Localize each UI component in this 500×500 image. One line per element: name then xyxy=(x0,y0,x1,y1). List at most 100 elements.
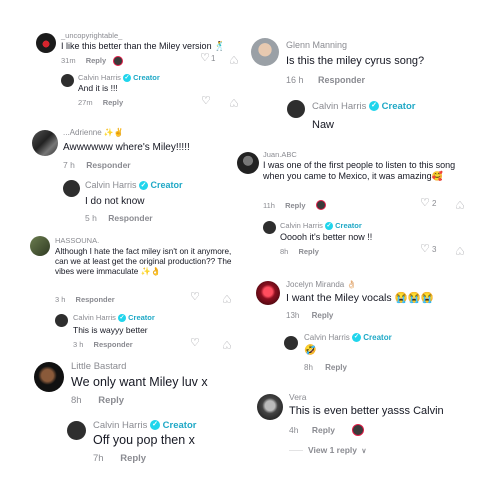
reply-meta: 27m Reply xyxy=(78,98,123,107)
creator-badge: Creator xyxy=(128,313,155,322)
reply-button[interactable]: Reply xyxy=(86,56,106,65)
reply-meta: 8h Reply xyxy=(304,363,347,372)
comment-time: 16 h xyxy=(286,75,304,85)
reply-text: Off you pop then x xyxy=(93,433,195,447)
reply-username[interactable]: Calvin Harris ✓ Creator xyxy=(312,101,415,112)
reply-time: 8h xyxy=(304,363,313,372)
creator-badge: Creator xyxy=(363,333,392,342)
reply-time: 3 h xyxy=(73,340,84,349)
comment-username[interactable]: HASSOUNA. xyxy=(55,236,99,245)
avatar[interactable] xyxy=(257,394,283,420)
avatar[interactable] xyxy=(34,362,64,392)
reply-button[interactable]: Reply xyxy=(325,363,347,372)
reply-username[interactable]: Calvin Harris ✓ Creator xyxy=(304,333,392,343)
comment-text: Is this the miley cyrus song? xyxy=(286,55,425,67)
avatar[interactable] xyxy=(32,130,58,156)
avatar[interactable] xyxy=(237,152,259,174)
comment-username[interactable]: Little Bastard xyxy=(71,361,126,372)
reply-button[interactable]: Responder xyxy=(86,160,130,170)
comment-username[interactable]: Juan.ABC xyxy=(263,150,297,159)
comment-username[interactable]: Jocelyn Miranda 👌🏻 xyxy=(286,280,356,289)
reply-text: Ooooh it's better now !! xyxy=(280,232,373,242)
reply-text: I do not know xyxy=(85,196,145,207)
avatar[interactable] xyxy=(67,421,86,440)
comment-meta: 7 h Responder xyxy=(63,160,131,170)
like-heart-icon[interactable]: ♡ xyxy=(190,338,200,349)
verified-check-icon: ✓ xyxy=(150,420,161,431)
avatar[interactable] xyxy=(256,281,280,305)
reply-button[interactable]: Responder xyxy=(94,340,133,349)
like-count: 2 xyxy=(432,199,437,208)
reply-button[interactable]: Responder xyxy=(318,75,365,85)
avatar[interactable] xyxy=(63,180,80,197)
avatar[interactable] xyxy=(284,336,298,350)
reply-meta: 8h Reply xyxy=(280,247,319,256)
comment-username[interactable]: Vera xyxy=(289,392,307,402)
comment-time: 3 h xyxy=(55,295,66,304)
reply-username[interactable]: Calvin Harris ✓ Creator xyxy=(85,180,183,191)
creator-liked-avatar xyxy=(316,200,326,210)
dislike-icon[interactable]: ♡ xyxy=(222,338,232,350)
verified-check-icon: ✓ xyxy=(325,222,334,231)
like-heart-icon[interactable]: ♡ xyxy=(201,96,211,107)
reply-username[interactable]: Calvin Harris ✓ Creator xyxy=(78,73,160,83)
creator-liked-avatar xyxy=(113,56,123,66)
avatar[interactable] xyxy=(36,33,56,53)
avatar[interactable] xyxy=(251,38,279,66)
dislike-icon[interactable]: ♡ xyxy=(455,244,465,256)
comment-username[interactable]: Glenn Manning xyxy=(286,40,347,50)
reply-button[interactable]: Reply xyxy=(98,395,124,406)
comment-username[interactable]: _uncopyrightable_ xyxy=(61,31,122,40)
dislike-icon[interactable]: ♡ xyxy=(229,53,239,65)
comment-text: I like this better than the Miley versio… xyxy=(61,41,226,51)
comment-username[interactable]: ...Adrienne ✨✌️ xyxy=(63,128,124,137)
dislike-icon[interactable]: ♡ xyxy=(455,198,465,210)
avatar[interactable] xyxy=(61,74,74,87)
like-heart-icon[interactable]: ♡ xyxy=(190,292,200,303)
dislike-icon[interactable]: ♡ xyxy=(229,96,239,108)
avatar[interactable] xyxy=(55,314,68,327)
comment-meta: 13h Reply xyxy=(286,311,333,320)
reply-username[interactable]: Calvin Harris ✓ Creator xyxy=(280,221,362,231)
reply-time: 27m xyxy=(78,98,93,107)
like-heart-icon[interactable]: ♡ xyxy=(420,244,430,255)
comment-meta: 16 h Responder xyxy=(286,75,365,85)
verified-check-icon: ✓ xyxy=(139,181,149,191)
reply-username[interactable]: Calvin Harris ✓ Creator xyxy=(93,420,196,431)
comment-text: Awwwwww where's Miley!!!!! xyxy=(63,142,190,153)
reply-button[interactable]: Reply xyxy=(103,98,123,107)
reply-text: And it is !!! xyxy=(78,83,118,93)
comment-text: Although I hate the fact miley isn't on … xyxy=(55,247,232,276)
reply-button[interactable]: Reply xyxy=(312,425,335,435)
comment-text: I want the Miley vocals 😭😭😭 xyxy=(286,292,434,304)
avatar[interactable] xyxy=(263,221,276,234)
like-count: 3 xyxy=(432,245,437,254)
creator-badge: Creator xyxy=(162,420,197,431)
reply-button[interactable]: Reply xyxy=(120,453,146,464)
like-heart-icon[interactable]: ♡ xyxy=(420,198,430,209)
dislike-icon[interactable]: ♡ xyxy=(222,292,232,304)
comment-meta: 8h Reply xyxy=(71,395,124,406)
verified-check-icon: ✓ xyxy=(369,101,380,112)
reply-username[interactable]: Calvin Harris ✓ Creator xyxy=(73,313,155,323)
creator-badge: Creator xyxy=(381,101,416,112)
reply-button[interactable]: Reply xyxy=(312,311,334,320)
reply-button[interactable]: Reply xyxy=(298,247,318,256)
divider xyxy=(289,450,303,451)
view-replies-button[interactable]: View 1 reply ∨ xyxy=(308,445,366,455)
reply-text: This is wayyy better xyxy=(73,325,148,335)
reply-text: Naw xyxy=(312,119,335,131)
like-heart-icon[interactable]: ♡ xyxy=(200,53,210,64)
avatar[interactable] xyxy=(287,100,305,118)
reply-time: 5 h xyxy=(85,213,97,223)
reply-text: 🤣 xyxy=(304,345,317,356)
comment-time: 13h xyxy=(286,311,300,320)
reply-time: 7h xyxy=(93,453,104,464)
chevron-down-icon: ∨ xyxy=(361,448,367,455)
reply-button[interactable]: Responder xyxy=(108,213,152,223)
comment-text: I was one of the first people to listen … xyxy=(263,160,456,181)
reply-button[interactable]: Reply xyxy=(285,201,305,210)
reply-button[interactable]: Responder xyxy=(76,295,115,304)
comment-meta: 3 h Responder xyxy=(55,295,115,304)
avatar[interactable] xyxy=(30,236,50,256)
